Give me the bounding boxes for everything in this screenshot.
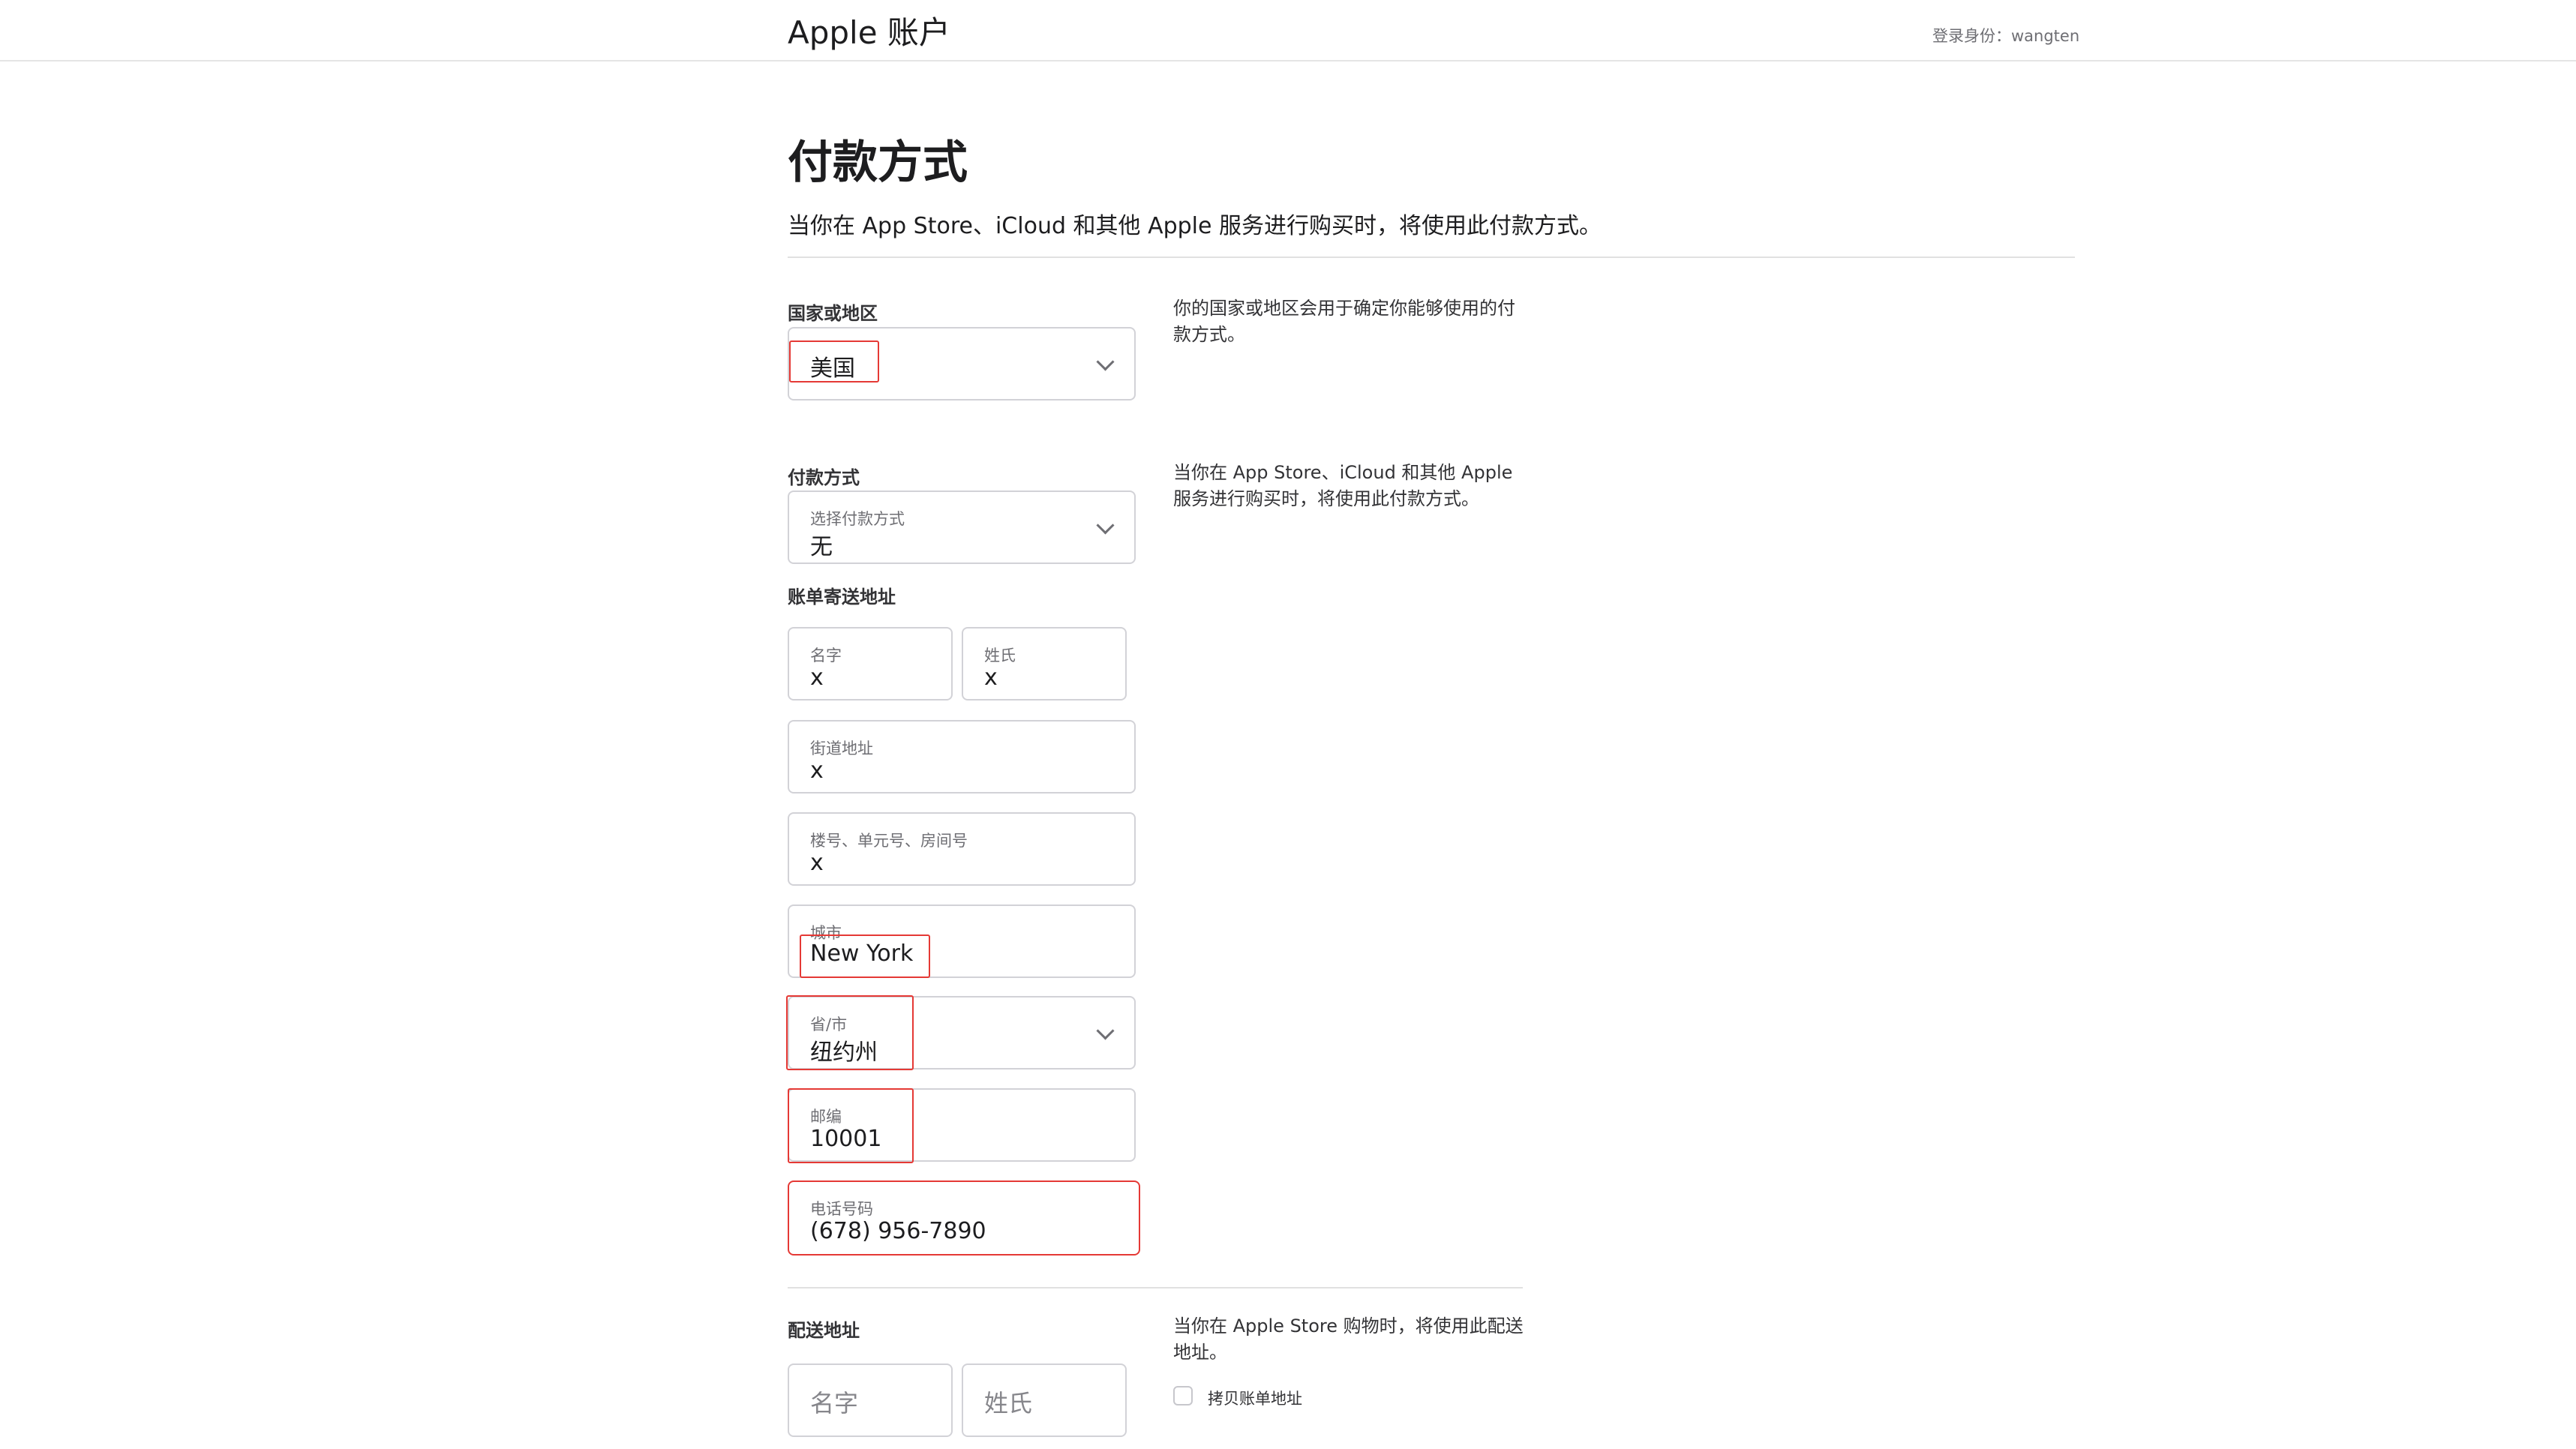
billing-first-name-label: 名字 (810, 646, 842, 664)
highlight-box-state (786, 995, 914, 1070)
divider (788, 256, 2075, 258)
billing-street-value: x (810, 758, 824, 784)
page-intro: 当你在 App Store、iCloud 和其他 Apple 服务进行购买时，将… (788, 213, 1602, 239)
billing-apartment-field[interactable]: 楼号、单元号、房间号 x (788, 812, 1136, 886)
page-title: 付款方式 (788, 136, 968, 189)
billing-last-name-field[interactable]: 姓氏 x (962, 627, 1127, 700)
country-section-label: 国家或地区 (788, 303, 878, 324)
shipping-section-label: 配送地址 (788, 1320, 860, 1341)
payment-select-value: 无 (810, 534, 833, 560)
highlight-box-zip (788, 1088, 914, 1163)
billing-street-field[interactable]: 街道地址 x (788, 720, 1136, 794)
chevron-down-icon (1096, 516, 1115, 535)
divider (788, 1287, 1523, 1288)
shipping-first-name-placeholder: 名字 (810, 1389, 859, 1418)
billing-phone-field[interactable]: 电话号码 (678) 956-7890 (788, 1180, 1140, 1256)
shipping-description: 当你在 Apple Store 购物时，将使用此配送地址。 (1173, 1316, 1524, 1363)
top-bar: Apple 账户 登录身份：wangten (0, 0, 2576, 62)
payment-method-select[interactable]: 选择付款方式 无 (788, 490, 1136, 564)
billing-street-label: 街道地址 (810, 740, 873, 758)
country-description: 你的国家或地区会用于确定你能够使用的付款方式。 (1173, 298, 1515, 345)
login-prefix: 登录身份： (1932, 27, 2011, 45)
copy-billing-label[interactable]: 拷贝账单地址 (1208, 1387, 1302, 1409)
payment-description: 当你在 App Store、iCloud 和其他 Apple 服务进行购买时，将… (1173, 462, 1513, 509)
copy-billing-checkbox[interactable] (1173, 1386, 1193, 1406)
billing-apartment-label: 楼号、单元号、房间号 (810, 832, 968, 850)
highlight-box-country (789, 340, 879, 382)
payment-select-label: 选择付款方式 (810, 510, 905, 528)
billing-phone-label: 电话号码 (810, 1200, 873, 1218)
billing-phone-value: (678) 956-7890 (810, 1218, 986, 1244)
highlight-box-city (800, 934, 930, 978)
chevron-down-icon (1096, 1022, 1115, 1040)
payment-section-label: 付款方式 (788, 467, 860, 488)
login-status: 登录身份：wangten (1932, 24, 2079, 46)
brand-title[interactable]: Apple 账户 (788, 8, 950, 53)
billing-apartment-value: x (810, 850, 824, 876)
billing-first-name-field[interactable]: 名字 x (788, 627, 953, 700)
billing-first-name-value: x (810, 664, 824, 691)
billing-last-name-value: x (984, 664, 998, 691)
chevron-down-icon (1096, 352, 1115, 371)
shipping-first-name-field[interactable]: 名字 (788, 1364, 953, 1437)
shipping-last-name-placeholder: 姓氏 (984, 1389, 1033, 1418)
billing-section-label: 账单寄送地址 (788, 586, 896, 608)
login-user[interactable]: wangten (2011, 27, 2079, 45)
billing-last-name-label: 姓氏 (984, 646, 1016, 664)
shipping-last-name-field[interactable]: 姓氏 (962, 1364, 1127, 1437)
